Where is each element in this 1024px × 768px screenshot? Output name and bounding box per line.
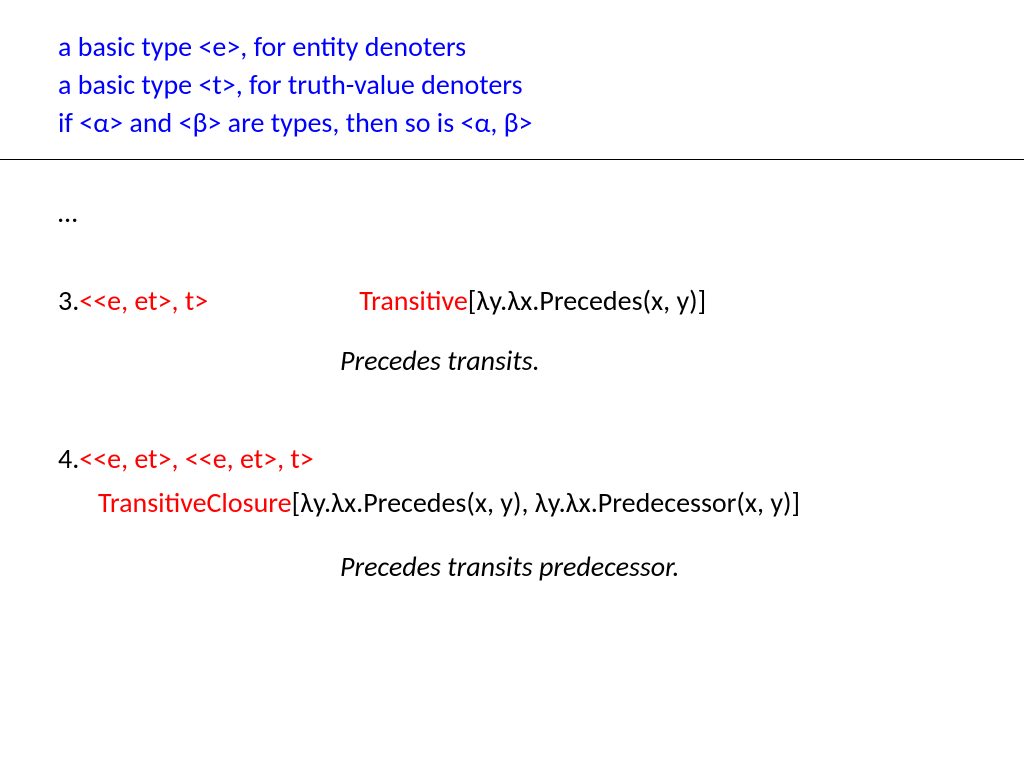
item-4-num: 4. — [58, 438, 79, 480]
header-block: a basic type <e>, for entity denoters a … — [0, 0, 1024, 155]
item-4-type: <<e, et>, <<e, et>, t> — [79, 438, 313, 480]
item-3-fn: Transitive — [359, 280, 468, 322]
item-3-caption: Precedes transits. — [340, 340, 966, 382]
item-3-type: <<e, et>, t> — [79, 283, 208, 318]
content-block: … 3. <<e, et>, t> Transitive[λy.λx.Prece… — [0, 160, 1024, 588]
header-line-3: if <α> and <β> are types, then so is <α,… — [58, 104, 966, 142]
header-line-1: a basic type <e>, for entity denoters — [58, 28, 966, 66]
item-3-row: 3. <<e, et>, t> Transitive[λy.λx.Precede… — [58, 280, 966, 322]
item-4-arg: [λy.λx.Precedes(x, y), λy.λx.Predecessor… — [292, 485, 801, 520]
item-4-expr-row: TransitiveClosure[λy.λx.Precedes(x, y), … — [98, 482, 966, 524]
item-3-num: 3. — [58, 280, 79, 322]
item-4-type-row: 4. <<e, et>, <<e, et>, t> — [58, 438, 966, 480]
item-4-fn: TransitiveClosure — [98, 485, 292, 520]
item-3-arg: [λy.λx.Precedes(x, y)] — [468, 280, 706, 322]
item-4-caption: Precedes transits predecessor. — [340, 546, 966, 588]
header-line-2: a basic type <t>, for truth-value denote… — [58, 66, 966, 104]
ellipsis: … — [58, 192, 966, 234]
